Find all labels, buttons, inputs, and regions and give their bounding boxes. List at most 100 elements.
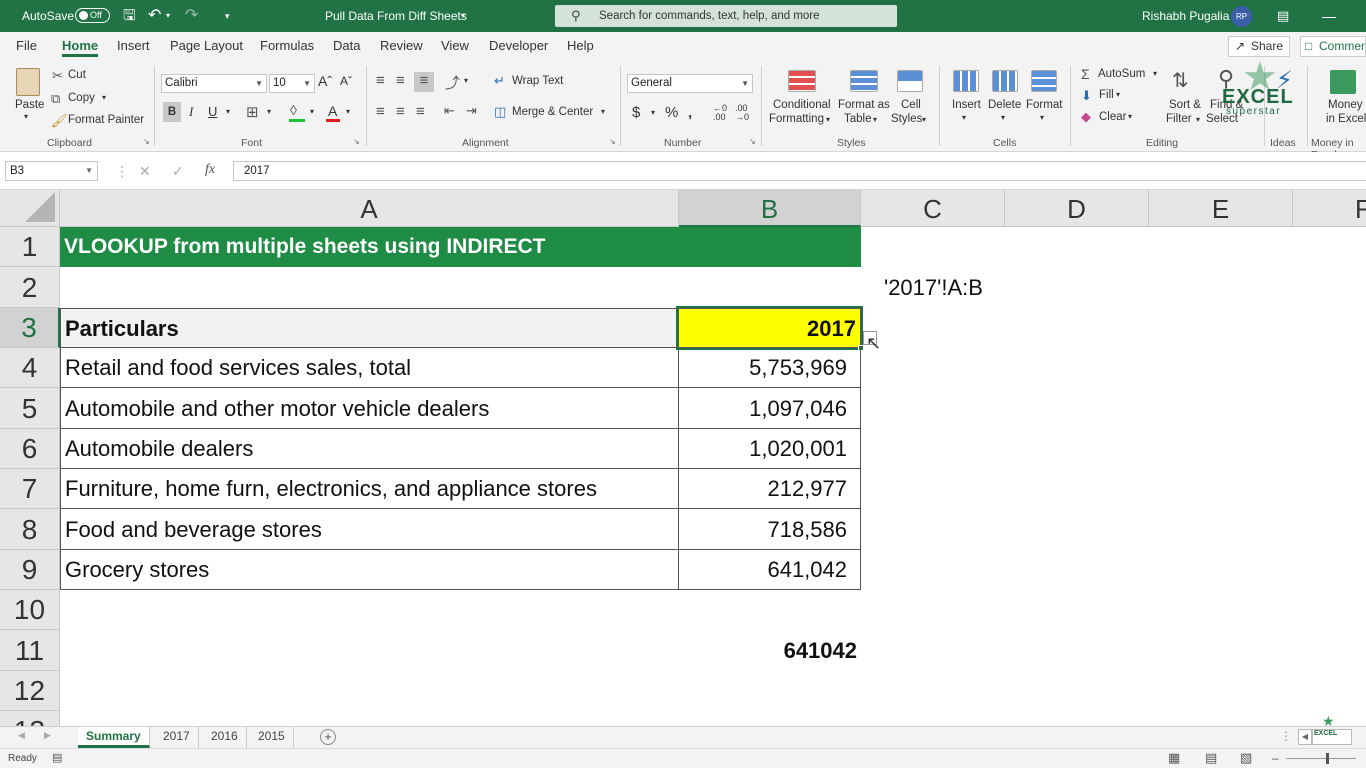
font-size-select[interactable]: 10 ▼	[269, 74, 315, 93]
row-header-6[interactable]: 6	[0, 429, 60, 469]
row-header-9[interactable]: 9	[0, 550, 60, 590]
table-row-label[interactable]: Furniture, home furn, electronics, and a…	[60, 469, 679, 509]
cell-a1-title[interactable]: VLOOKUP from multiple sheets using INDIR…	[60, 227, 861, 267]
conditional-formatting-button[interactable]: Conditional	[773, 99, 831, 111]
clear-button[interactable]: Clear	[1099, 111, 1126, 123]
select-all-button[interactable]	[0, 190, 60, 227]
format-as-table-icon[interactable]	[850, 70, 878, 92]
avatar[interactable]: RP	[1231, 6, 1252, 27]
sort-dropdown-icon[interactable]: ▾	[1196, 115, 1200, 124]
title-dropdown-icon[interactable]: ▾	[461, 0, 465, 32]
format-painter-button[interactable]: Format Painter	[68, 114, 144, 126]
table-row-value[interactable]: 5,753,969	[679, 348, 861, 388]
money-button[interactable]: Money	[1328, 99, 1363, 111]
italic-button[interactable]: I	[189, 104, 193, 120]
add-sheet-icon[interactable]: +	[320, 729, 336, 745]
scroll-prev-sheet-icon[interactable]: ◀	[18, 730, 25, 741]
customize-qat-icon[interactable]: ▾	[225, 0, 230, 32]
worksheet-grid[interactable]: A B C D E F 1 2 3 4 5 6 7 8 9 10 11 12 1…	[0, 190, 1366, 726]
zoom-slider-thumb[interactable]	[1326, 753, 1329, 764]
increase-decimal-icon[interactable]: ←0.00	[713, 104, 727, 122]
cell-styles-dropdown-icon[interactable]: ▾	[922, 115, 926, 124]
row-header-10[interactable]: 10	[0, 590, 60, 630]
align-bottom-icon[interactable]: ≡	[414, 72, 434, 92]
align-right-icon[interactable]: ≡	[416, 103, 425, 120]
borders-icon[interactable]: ⊞	[246, 103, 259, 121]
format-dropdown-icon[interactable]: ▾	[1040, 113, 1044, 122]
autosum-dropdown-icon[interactable]: ▾	[1153, 69, 1157, 78]
money-in-excel-icon[interactable]	[1330, 70, 1356, 94]
tab-insert[interactable]: Insert	[117, 32, 150, 60]
clear-dropdown-icon[interactable]: ▾	[1128, 112, 1132, 121]
paste-button[interactable]: Paste	[15, 99, 44, 111]
row-header-12[interactable]: 12	[0, 671, 60, 711]
insert-dropdown-icon[interactable]: ▾	[962, 113, 966, 122]
cancel-icon[interactable]: ✕	[139, 163, 151, 180]
user-name[interactable]: Rishabh Pugalia	[1142, 0, 1229, 32]
font-launcher-icon[interactable]: ↘	[353, 137, 360, 146]
insert-button[interactable]: Insert	[952, 99, 981, 111]
zoom-slider[interactable]	[1286, 758, 1356, 759]
table-row-value[interactable]: 718,586	[679, 509, 861, 550]
fill-color-icon[interactable]: ◊	[290, 102, 297, 118]
name-box[interactable]: B3 ▼	[5, 161, 98, 181]
cell-b11-result[interactable]: 641042	[679, 630, 861, 671]
font-color-icon[interactable]: A	[328, 103, 337, 119]
search-box[interactable]: ⚲ Search for commands, text, help, and m…	[555, 5, 897, 27]
align-left-icon[interactable]: ≡	[376, 103, 385, 120]
align-top-icon[interactable]: ≡	[376, 72, 385, 89]
column-header-f[interactable]: F	[1293, 190, 1366, 227]
currency-dropdown-icon[interactable]: ▾	[651, 108, 655, 117]
tab-home[interactable]: Home	[62, 32, 99, 60]
format-as-table-button[interactable]: Format as	[838, 99, 890, 111]
tab-page-layout[interactable]: Page Layout	[170, 32, 243, 60]
conditional-formatting-icon[interactable]	[788, 70, 816, 92]
column-header-b[interactable]: B	[679, 190, 861, 227]
minimize-icon[interactable]: —	[1322, 0, 1336, 32]
number-format-select[interactable]: General ▼	[627, 74, 753, 93]
font-name-select[interactable]: Calibri ▼	[161, 74, 267, 93]
cell-a3-header[interactable]: Particulars	[60, 308, 679, 348]
sheet-tab-2016[interactable]: 2016	[203, 727, 247, 748]
table-row-label[interactable]: Food and beverage stores	[60, 509, 679, 550]
align-middle-icon[interactable]: ≡	[396, 72, 405, 89]
decrease-decimal-icon[interactable]: .00 →0	[735, 104, 749, 122]
comments-button[interactable]: □ Comments	[1300, 36, 1366, 57]
undo-icon[interactable]: ↶	[148, 0, 161, 32]
column-header-c[interactable]: C	[861, 190, 1005, 227]
table-row-label[interactable]: Automobile and other motor vehicle deale…	[60, 388, 679, 429]
sort-filter-icon[interactable]: ⇅	[1172, 68, 1189, 93]
clipboard-launcher-icon[interactable]: ↘	[143, 137, 150, 146]
tab-view[interactable]: View	[441, 32, 469, 60]
row-header-13[interactable]: 13	[0, 711, 60, 726]
cell-styles-button[interactable]: Cell	[901, 99, 921, 111]
increase-indent-icon[interactable]: ⇥	[466, 103, 477, 119]
orientation-dropdown-icon[interactable]: ▾	[464, 76, 468, 85]
row-header-5[interactable]: 5	[0, 388, 60, 429]
tab-developer[interactable]: Developer	[489, 32, 548, 60]
enter-icon[interactable]: ✓	[172, 163, 184, 180]
tab-data[interactable]: Data	[333, 32, 360, 60]
cell-c2[interactable]: '2017'!A:B	[884, 267, 1084, 308]
percent-icon[interactable]: %	[665, 104, 678, 121]
merge-dropdown-icon[interactable]: ▾	[601, 107, 605, 116]
zoom-out-icon[interactable]: –	[1272, 751, 1279, 765]
column-header-e[interactable]: E	[1149, 190, 1293, 227]
delete-dropdown-icon[interactable]: ▾	[1001, 113, 1005, 122]
conditional-dropdown-icon[interactable]: ▾	[826, 115, 830, 124]
autosave-toggle[interactable]: Off	[75, 8, 110, 23]
column-header-d[interactable]: D	[1005, 190, 1149, 227]
tab-review[interactable]: Review	[380, 32, 423, 60]
fill-color-dropdown-icon[interactable]: ▾	[310, 107, 314, 116]
format-cells-icon[interactable]	[1031, 70, 1057, 92]
formula-input[interactable]: 2017	[233, 161, 1366, 181]
cut-button[interactable]: Cut	[68, 69, 86, 81]
fill-button[interactable]: Fill	[1099, 89, 1114, 101]
delete-cells-icon[interactable]	[992, 70, 1018, 92]
comma-style-icon[interactable]: ‚	[688, 104, 692, 121]
merge-center-button[interactable]: Merge & Center	[512, 106, 593, 118]
redo-icon[interactable]: ↷	[185, 0, 198, 32]
row-header-4[interactable]: 4	[0, 348, 60, 388]
undo-dropdown-icon[interactable]: ▾	[166, 0, 170, 32]
sheet-tab-2017[interactable]: 2017	[155, 727, 199, 748]
